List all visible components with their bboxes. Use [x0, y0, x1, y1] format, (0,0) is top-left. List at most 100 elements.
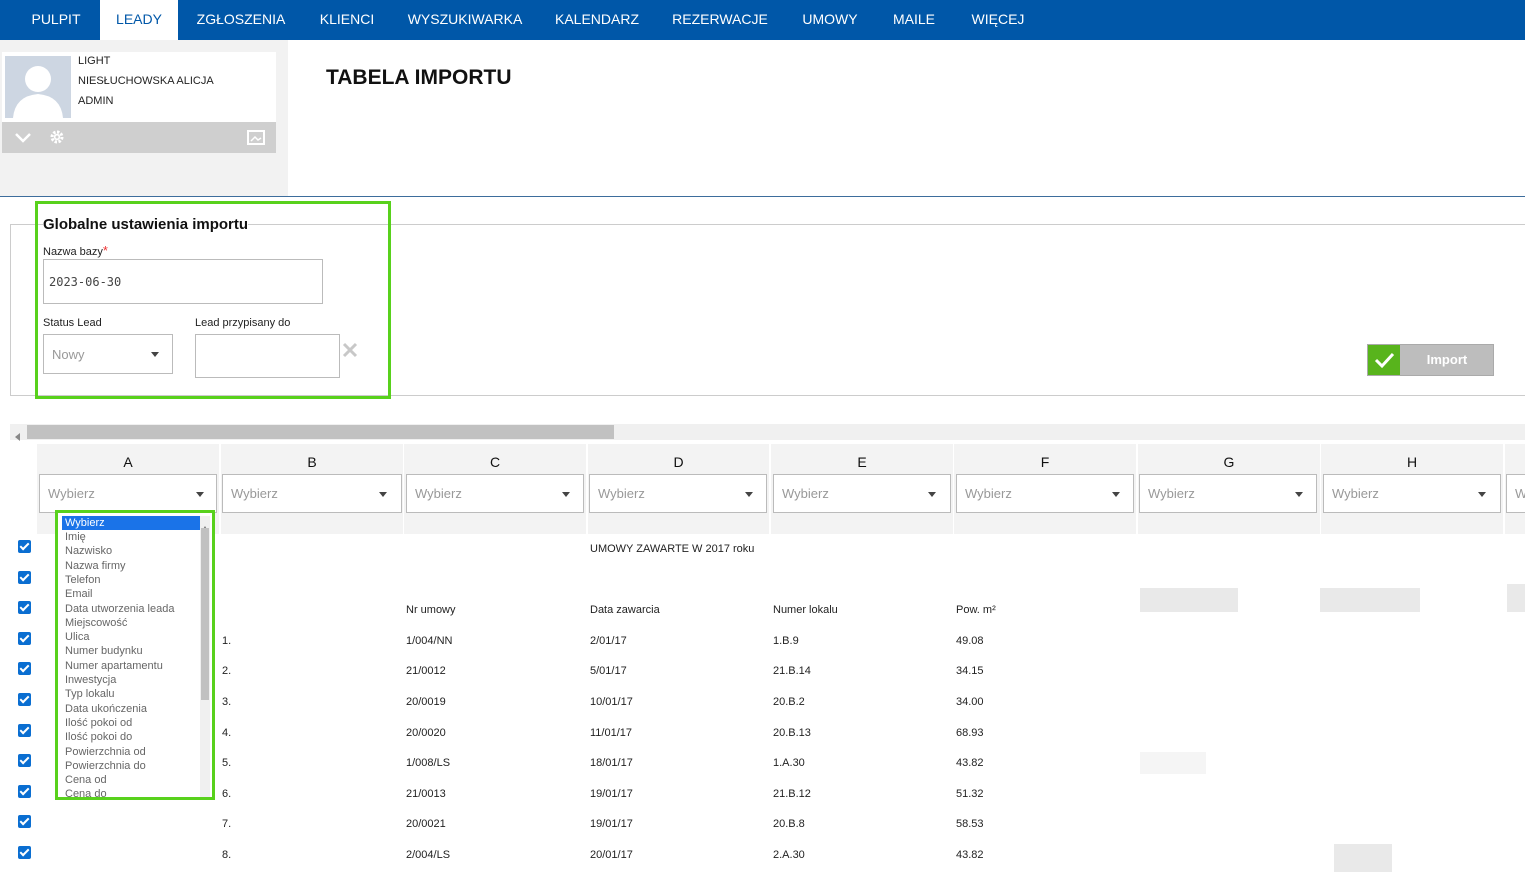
status-select[interactable]: Nowy: [43, 334, 173, 374]
chevron-down-icon: [562, 492, 570, 497]
redacted-cell: [1334, 844, 1392, 872]
column-select-b[interactable]: Wybierz: [222, 474, 402, 513]
dropdown-option[interactable]: Inwestycja: [65, 673, 195, 687]
import-button[interactable]: Import: [1367, 344, 1494, 376]
row-checkbox[interactable]: [18, 785, 31, 798]
table-cell: 18/01/17: [590, 757, 633, 769]
dropdown-scrollbar-thumb[interactable]: [201, 528, 209, 700]
column-select-h[interactable]: Wybierz: [1323, 474, 1501, 513]
column-select-f[interactable]: Wybierz: [956, 474, 1134, 513]
nav-item-klienci[interactable]: KLIENCI: [306, 0, 388, 40]
chevron-down-icon: [1295, 492, 1303, 497]
dropdown-option[interactable]: Powierzchnia od: [65, 745, 195, 759]
table-cell: 34.00: [956, 696, 984, 708]
column-a-dropdown-list[interactable]: Wybierz Imię Nazwisko Nazwa firmy Telefo…: [55, 510, 215, 800]
dropdown-option[interactable]: Data utworzenia leada: [65, 602, 195, 616]
row-checkbox[interactable]: [18, 571, 31, 584]
scrollbar-thumb[interactable]: [27, 425, 614, 439]
nav-item-leady[interactable]: LEADY: [100, 0, 178, 40]
table-cell: 2.: [222, 665, 232, 677]
dropdown-option[interactable]: Cena od: [65, 773, 195, 787]
dropdown-option[interactable]: Telefon: [65, 573, 195, 587]
nav-item-zgloszenia[interactable]: ZGŁOSZENIA: [184, 0, 298, 40]
select-value: Wybierz: [48, 486, 95, 501]
row-checkbox[interactable]: [18, 724, 31, 737]
user-name: NIESŁUCHOWSKA ALICJA: [78, 75, 214, 87]
column-select-i[interactable]: W: [1506, 474, 1525, 513]
row-checkbox[interactable]: [18, 662, 31, 675]
dropdown-option[interactable]: Email: [65, 587, 195, 601]
table-cell: 1/008/LS: [406, 757, 451, 769]
redacted-cell: [1507, 584, 1525, 612]
dropdown-option[interactable]: Data ukończenia: [65, 702, 195, 716]
table-cell: 8.: [222, 849, 232, 861]
select-value: W: [1515, 486, 1525, 501]
close-icon[interactable]: [342, 342, 358, 363]
row-checkbox[interactable]: [18, 632, 31, 645]
dropdown-option[interactable]: Miejscowość: [65, 616, 195, 630]
column-select-e[interactable]: Wybierz: [773, 474, 951, 513]
row-checkbox[interactable]: [18, 846, 31, 859]
dropdown-option[interactable]: Typ lokalu: [65, 687, 195, 701]
header-cell-numer-lokalu: Numer lokalu: [773, 604, 838, 616]
redacted-cell: [1140, 588, 1238, 612]
page-title: TABELA IMPORTU: [326, 66, 512, 89]
redacted-cell: [1320, 588, 1420, 612]
column-select-c[interactable]: Wybierz: [406, 474, 584, 513]
db-name-label: Nazwa bazy*: [43, 243, 108, 258]
chevron-down-icon: [928, 492, 936, 497]
nav-item-pulpit[interactable]: PULPIT: [15, 0, 97, 40]
assigned-input[interactable]: [195, 334, 340, 378]
dropdown-scrollbar[interactable]: [200, 516, 210, 797]
row-checkbox[interactable]: [18, 754, 31, 767]
user-panel: LIGHT NIESŁUCHOWSKA ALICJA ADMIN: [0, 40, 288, 196]
table-cell: 58.53: [956, 818, 984, 830]
select-value: Wybierz: [598, 486, 645, 501]
select-value: Wybierz: [231, 486, 278, 501]
column-letter: D: [673, 454, 684, 470]
dropdown-option[interactable]: Ulica: [65, 630, 195, 644]
table-cell: 1/004/NN: [406, 635, 453, 647]
table-cell: 10/01/17: [590, 696, 633, 708]
nav-item-umowy[interactable]: UMOWY: [792, 0, 868, 40]
chevron-down-icon[interactable]: [14, 130, 32, 149]
nav-item-kalendarz[interactable]: KALENDARZ: [546, 0, 648, 40]
dropdown-option[interactable]: Nazwa firmy: [65, 559, 195, 573]
nav-item-wiecej[interactable]: WIĘCEJ: [960, 0, 1036, 40]
picture-icon[interactable]: [247, 130, 265, 150]
dropdown-option[interactable]: Nazwisko: [65, 544, 195, 558]
column-select-a[interactable]: Wybierz: [39, 474, 217, 513]
dropdown-option[interactable]: Powierzchnia do: [65, 759, 195, 773]
column-letter: C: [489, 454, 501, 470]
dropdown-option[interactable]: Cena do: [65, 787, 195, 797]
dropdown-option[interactable]: Numer budynku: [65, 644, 195, 658]
chevron-down-icon: [1112, 492, 1120, 497]
row-checkbox[interactable]: [18, 601, 31, 614]
scroll-left-icon[interactable]: [15, 428, 21, 446]
table-cell: 51.32: [956, 788, 984, 800]
nav-item-wyszukiwarka[interactable]: WYSZUKIWARKA: [398, 0, 532, 40]
row-checkbox[interactable]: [18, 815, 31, 828]
dropdown-option[interactable]: Wybierz: [62, 516, 200, 530]
table-cell: 1.: [222, 635, 232, 647]
table-cell: 2/01/17: [590, 635, 627, 647]
nav-item-maile[interactable]: MAILE: [882, 0, 946, 40]
dropdown-option[interactable]: Imię: [65, 530, 195, 544]
nav-item-rezerwacje[interactable]: REZERWACJE: [662, 0, 778, 40]
scroll-down-icon[interactable]: [202, 791, 208, 797]
column-letter: B: [307, 454, 317, 470]
dropdown-option[interactable]: Ilość pokoi do: [65, 730, 195, 744]
db-name-input[interactable]: [43, 259, 323, 304]
row-checkbox[interactable]: [18, 693, 31, 706]
dropdown-option[interactable]: Numer apartamentu: [65, 659, 195, 673]
chevron-down-icon: [379, 492, 387, 497]
column-select-g[interactable]: Wybierz: [1139, 474, 1317, 513]
table-cell: 20.B.13: [773, 727, 811, 739]
horizontal-scrollbar[interactable]: [10, 424, 1525, 441]
select-value: Wybierz: [1148, 486, 1195, 501]
column-select-d[interactable]: Wybierz: [589, 474, 767, 513]
row-checkbox[interactable]: [18, 540, 31, 553]
gear-icon[interactable]: [49, 129, 65, 150]
table-cell: 20.B.8: [773, 818, 805, 830]
dropdown-option[interactable]: Ilość pokoi od: [65, 716, 195, 730]
